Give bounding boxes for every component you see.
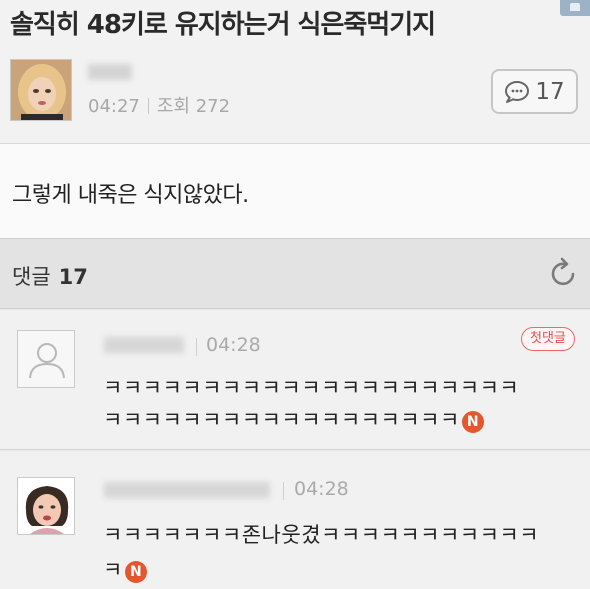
commenter-name-blurred [104, 482, 270, 498]
speech-bubble-icon [505, 80, 530, 103]
post-text: 그렇게 내죽은 식지않았다. [12, 183, 249, 208]
author-name-blurred [88, 64, 132, 80]
post-title: 솔직히 48키로 유지하는거 식은죽먹기지 [10, 10, 436, 40]
comment-item: 04:28 첫댓글 ㅋㅋㅋㅋㅋㅋㅋㅋㅋㅋㅋㅋㅋㅋㅋㅋㅋㅋㅋㅋㅋ ㅋㅋㅋㅋㅋㅋㅋㅋ… [0, 310, 590, 450]
post-header: 솔직히 48키로 유지하는거 식은죽먹기지 04:27 조회 272 17 [0, 0, 590, 143]
bookmark-icon[interactable] [560, 0, 590, 16]
comments-label: 댓글 17 [12, 265, 88, 289]
refresh-icon[interactable] [550, 255, 578, 287]
author-avatar[interactable] [10, 59, 72, 121]
comments-count: 17 [58, 265, 88, 289]
comment-time: 04:28 [294, 478, 349, 500]
comments-header: 댓글 17 [0, 239, 590, 309]
comment-item: 04:28 ㅋㅋㅋㅋㅋㅋㅋ존나웃겼ㅋㅋㅋㅋㅋㅋㅋㅋㅋㅋㅋ ㅋN [0, 451, 590, 589]
first-comment-badge: 첫댓글 [521, 327, 575, 351]
commenter-avatar[interactable] [17, 477, 75, 535]
comment-count: 17 [535, 78, 565, 105]
post-body: 그렇게 내죽은 식지않았다. [0, 143, 590, 239]
post-meta: 04:27 조회 272 [88, 92, 230, 118]
comment-text-line: ㅋN [103, 554, 147, 584]
meta-divider [283, 482, 284, 500]
comment-time: 04:28 [206, 334, 261, 356]
new-badge: N [461, 411, 484, 433]
meta-divider [147, 98, 149, 114]
meta-divider [196, 338, 197, 356]
post-time: 04:27 [88, 96, 140, 117]
post-views: 조회 272 [156, 96, 231, 117]
default-avatar-icon[interactable] [17, 330, 75, 388]
comment-text-line: ㅋㅋㅋㅋㅋㅋㅋㅋㅋㅋㅋㅋㅋㅋㅋㅋㅋㅋ N [103, 404, 484, 434]
commenter-name-blurred [104, 337, 184, 353]
new-badge: N [124, 561, 147, 583]
comment-text-line: ㅋㅋㅋㅋㅋㅋㅋ존나웃겼ㅋㅋㅋㅋㅋㅋㅋㅋㅋㅋㅋ [103, 523, 540, 547]
comment-count-button[interactable]: 17 [491, 69, 578, 114]
comment-text-line: ㅋㅋㅋㅋㅋㅋㅋㅋㅋㅋㅋㅋㅋㅋㅋㅋㅋㅋㅋㅋㅋ [103, 376, 520, 400]
